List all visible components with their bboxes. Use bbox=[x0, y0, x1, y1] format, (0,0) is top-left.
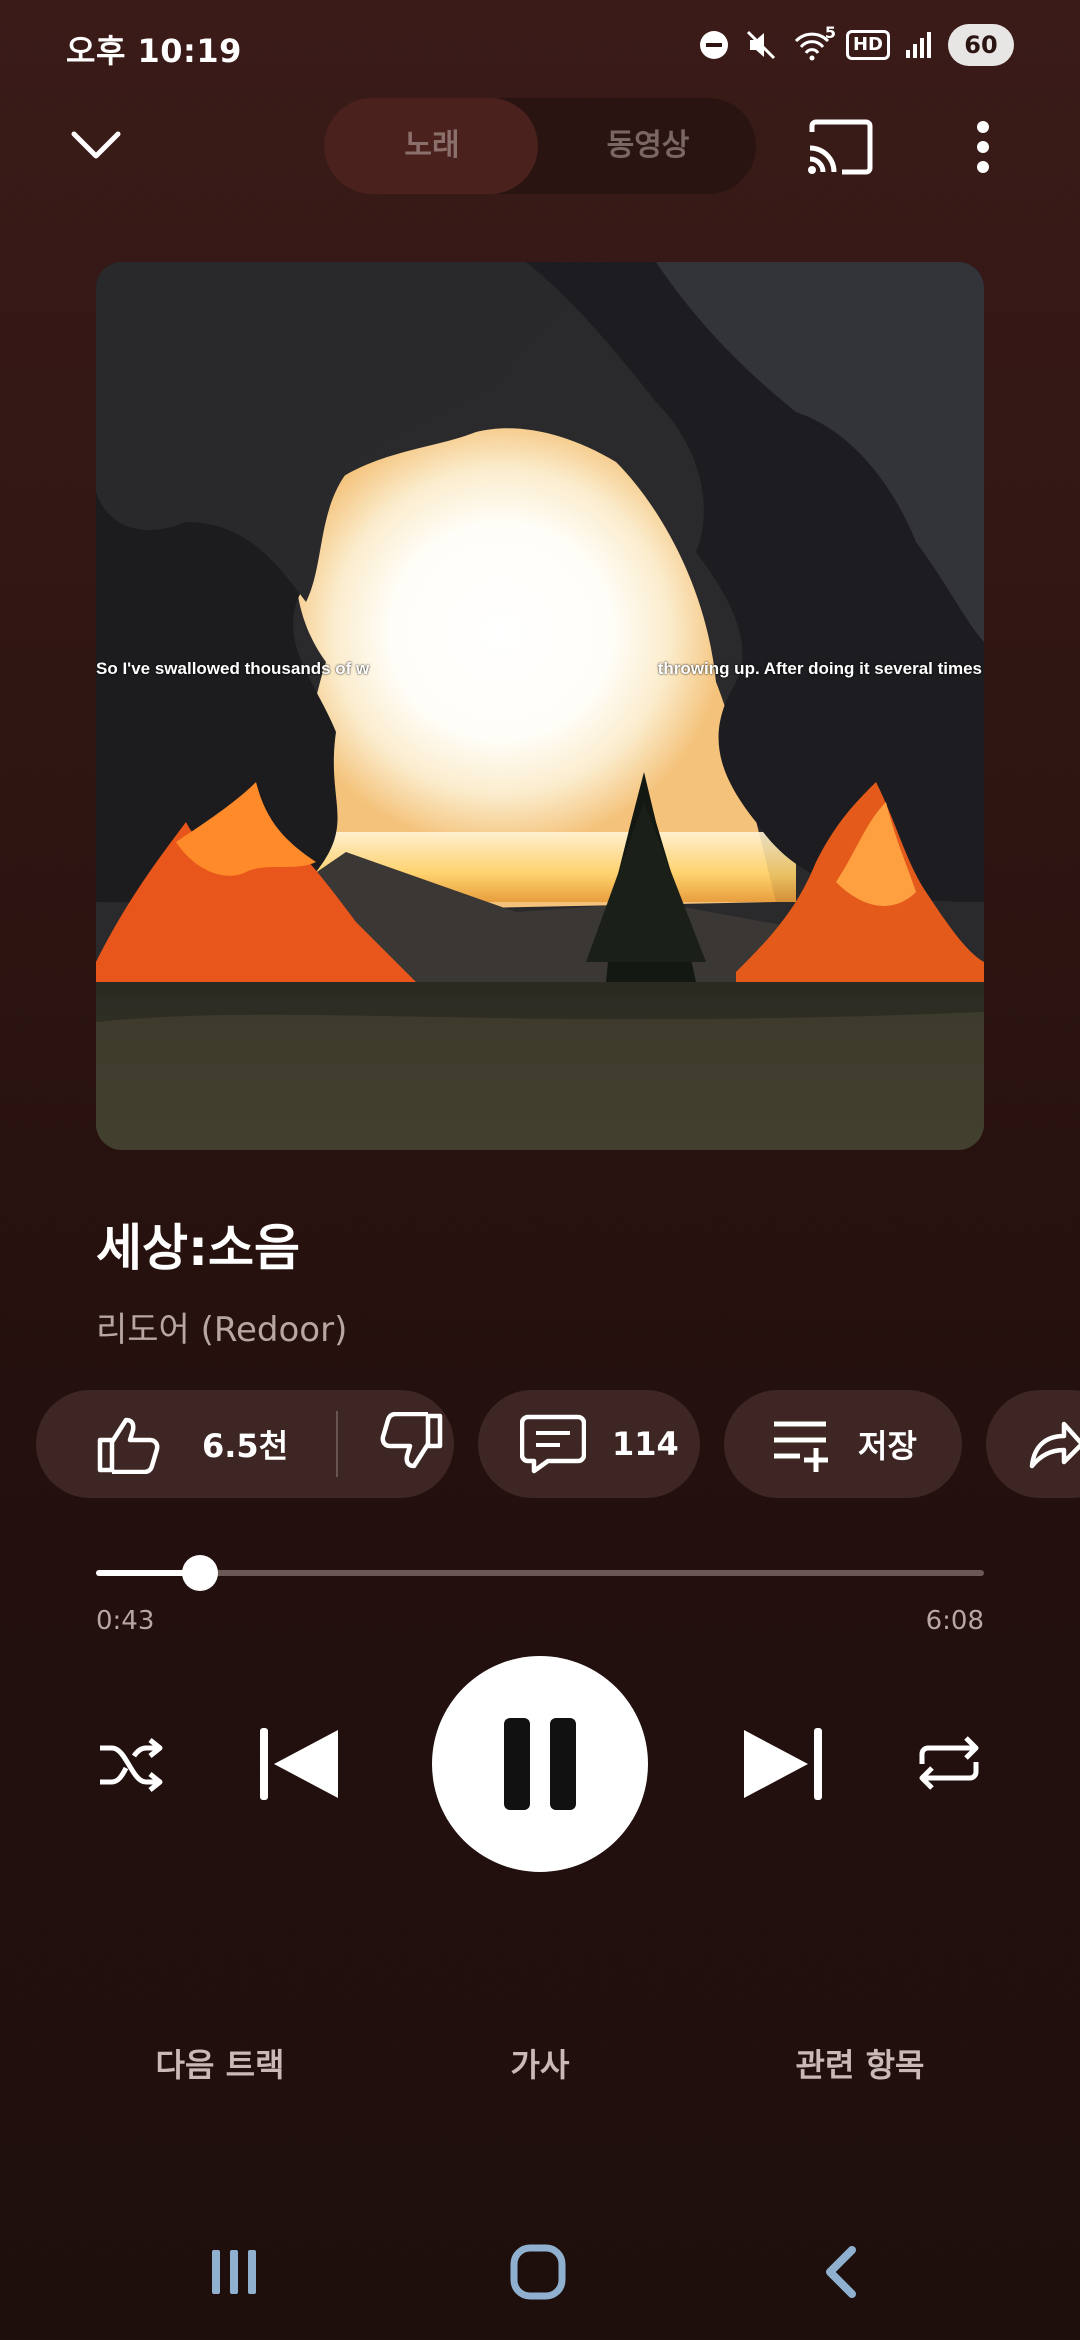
skip-next-icon bbox=[744, 1728, 822, 1800]
back-icon bbox=[826, 2246, 856, 2298]
pause-icon bbox=[504, 1718, 576, 1810]
skip-previous-icon bbox=[260, 1728, 338, 1800]
back-button[interactable] bbox=[820, 2244, 860, 2300]
repeat-button[interactable] bbox=[914, 1728, 984, 1798]
total-time: 6:08 bbox=[925, 1606, 984, 1636]
tab-related[interactable]: 관련 항목 bbox=[720, 2040, 1000, 2086]
home-icon bbox=[510, 2244, 566, 2300]
album-art: So I've swallowed thousands of w throwin… bbox=[96, 262, 984, 1150]
tab-lyrics[interactable]: 가사 bbox=[400, 2040, 680, 2086]
current-time: 0:43 bbox=[96, 1606, 155, 1636]
pause-button[interactable] bbox=[432, 1656, 648, 1872]
song-video-toggle: 노래 동영상 bbox=[324, 98, 756, 194]
home-button[interactable] bbox=[508, 2244, 568, 2300]
more-options-button[interactable] bbox=[966, 118, 1000, 176]
tab-video[interactable]: 동영상 bbox=[540, 98, 756, 194]
save-label: 저장 bbox=[858, 1427, 917, 1465]
wifi-icon: 5 bbox=[792, 23, 836, 61]
album-art-caption-left: So I've swallowed thousands of w bbox=[96, 659, 370, 678]
progress-thumb[interactable] bbox=[181, 1555, 218, 1591]
thumb-down-icon bbox=[380, 1411, 443, 1469]
more-vertical-icon bbox=[977, 121, 989, 173]
status-icons: 5 HD 60 bbox=[698, 23, 1014, 66]
save-to-playlist-button[interactable]: 저장 bbox=[724, 1390, 962, 1498]
like-dislike-chip: 6.5천 bbox=[36, 1390, 454, 1498]
album-art-image bbox=[96, 262, 984, 1150]
thumb-up-icon bbox=[97, 1417, 160, 1474]
tab-song[interactable]: 노래 bbox=[324, 98, 540, 194]
song-title[interactable]: 세상:소음 bbox=[96, 1208, 300, 1280]
mute-icon bbox=[746, 30, 776, 60]
dislike-button[interactable] bbox=[338, 1411, 444, 1476]
wifi-band-label: 5 bbox=[824, 23, 836, 42]
like-button[interactable]: 6.5천 bbox=[36, 1414, 336, 1474]
chevron-down-icon bbox=[71, 131, 121, 159]
hd-badge: HD bbox=[845, 30, 890, 60]
comments-button[interactable]: 114 bbox=[478, 1390, 700, 1498]
recent-apps-button[interactable] bbox=[206, 2244, 262, 2300]
do-not-disturb-icon bbox=[699, 31, 728, 59]
like-count: 6.5천 bbox=[202, 1427, 289, 1465]
tab-up-next[interactable]: 다음 트랙 bbox=[80, 2040, 360, 2086]
status-time: 오후 10:19 bbox=[66, 32, 242, 70]
shuffle-icon bbox=[100, 1738, 163, 1792]
collapse-player-button[interactable] bbox=[68, 124, 124, 168]
next-track-button[interactable] bbox=[736, 1726, 826, 1802]
signal-icon bbox=[906, 32, 931, 58]
comment-icon bbox=[520, 1414, 586, 1474]
album-art-caption-right: throwing up. After doing it several time… bbox=[657, 659, 982, 678]
share-button[interactable] bbox=[986, 1390, 1080, 1498]
song-artist[interactable]: 리도어 (Redoor) bbox=[96, 1302, 347, 1351]
repeat-icon bbox=[919, 1736, 979, 1790]
progress-track[interactable] bbox=[96, 1555, 984, 1591]
shuffle-button[interactable] bbox=[96, 1730, 166, 1800]
playlist-add-icon bbox=[774, 1421, 828, 1472]
battery-indicator: 60 bbox=[948, 24, 1014, 66]
cast-icon bbox=[808, 119, 873, 175]
recent-apps-icon bbox=[212, 2250, 256, 2294]
comment-count: 114 bbox=[612, 1425, 679, 1463]
cast-button[interactable] bbox=[806, 118, 874, 176]
previous-track-button[interactable] bbox=[256, 1726, 346, 1802]
share-icon bbox=[1029, 1421, 1080, 1469]
